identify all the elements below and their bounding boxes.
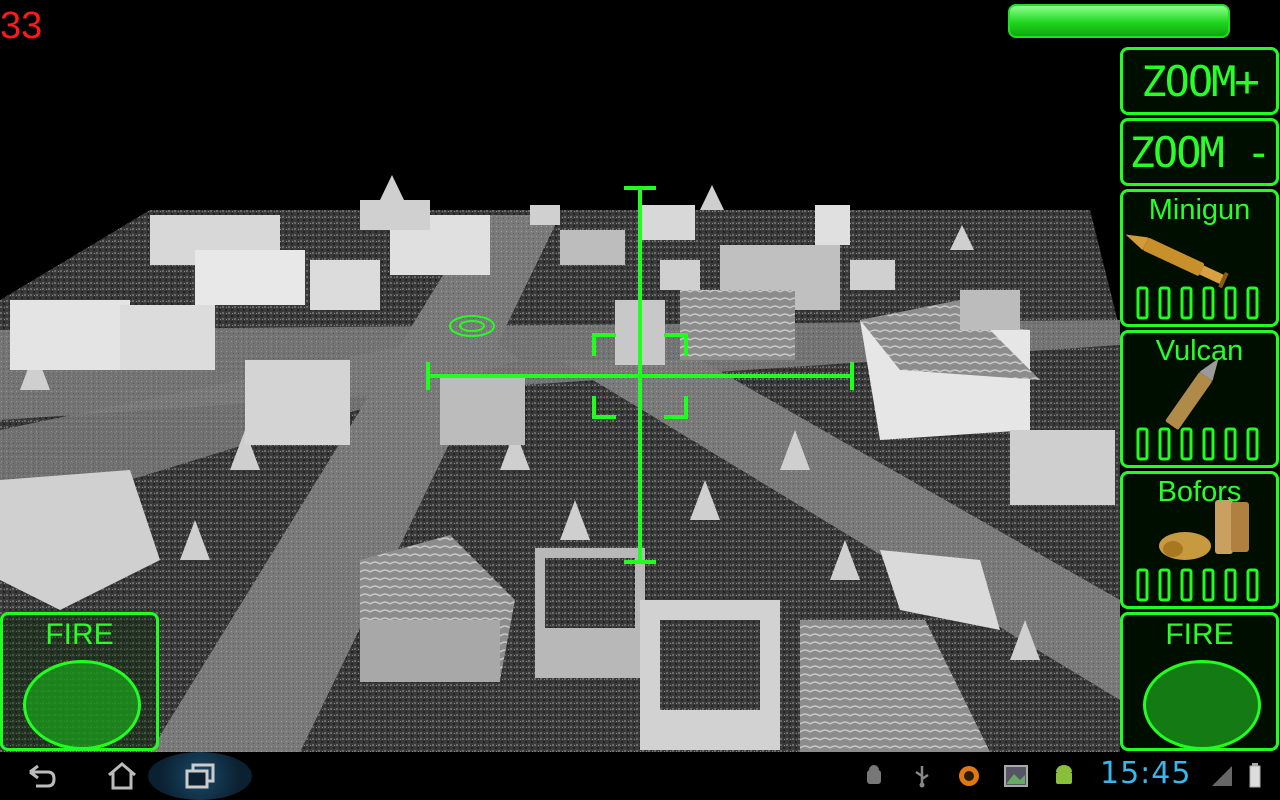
ammo-bar xyxy=(1202,286,1215,320)
fire-label: FIRE xyxy=(1165,618,1234,651)
notification-icon xyxy=(955,752,983,800)
ammo-bar xyxy=(1224,427,1237,461)
ammo-bar xyxy=(1158,568,1171,602)
weapon-bofors-button[interactable]: Bofors xyxy=(1120,471,1279,609)
ammo-bar xyxy=(1180,286,1193,320)
android-debug-icon xyxy=(860,752,888,800)
battery-icon xyxy=(1242,752,1268,800)
signal-icon xyxy=(1208,752,1236,800)
ammo-bars xyxy=(1136,568,1259,602)
fire-left-button[interactable]: FIRE xyxy=(0,612,159,751)
home-icon[interactable] xyxy=(100,752,144,800)
ammo-bar xyxy=(1180,568,1193,602)
fire-label: FIRE xyxy=(45,618,114,651)
usb-icon xyxy=(908,752,936,800)
game-viewport[interactable] xyxy=(0,0,1280,752)
weapon-vulcan-button[interactable]: Vulcan xyxy=(1120,330,1279,468)
zoom-out-button[interactable]: ZOOM - xyxy=(1120,118,1279,186)
ammo-bar xyxy=(1202,427,1215,461)
fire-trigger-circle[interactable] xyxy=(1143,660,1261,750)
status-clock: 15:45 xyxy=(1100,756,1192,791)
ammo-bar xyxy=(1246,568,1259,602)
ammo-bar xyxy=(1136,427,1149,461)
recent-apps-icon[interactable] xyxy=(148,752,252,800)
system-navigation-bar: 15:45 xyxy=(0,752,1280,800)
ammo-bar xyxy=(1158,427,1171,461)
ammo-bar xyxy=(1136,286,1149,320)
ammo-bar xyxy=(1136,568,1149,602)
ammo-bars xyxy=(1136,286,1259,320)
android-icon xyxy=(1050,752,1078,800)
zoom-in-button[interactable]: ZOOM+ xyxy=(1120,47,1279,115)
ammo-bar xyxy=(1158,286,1171,320)
fire-trigger-circle[interactable] xyxy=(23,660,141,750)
weapon-minigun-button[interactable]: Minigun xyxy=(1120,189,1279,327)
fire-right-button[interactable]: FIRE xyxy=(1120,612,1279,751)
ammo-bar xyxy=(1246,286,1259,320)
back-icon[interactable] xyxy=(18,752,62,800)
ammo-bar xyxy=(1224,568,1237,602)
ammo-bar xyxy=(1202,568,1215,602)
health-bar xyxy=(1008,4,1230,38)
ammo-bar xyxy=(1246,427,1259,461)
ammo-bar xyxy=(1180,427,1193,461)
ammo-bars xyxy=(1136,427,1259,461)
ammo-bar xyxy=(1224,286,1237,320)
fps-counter: 33 xyxy=(0,5,43,47)
gallery-icon xyxy=(1002,752,1030,800)
